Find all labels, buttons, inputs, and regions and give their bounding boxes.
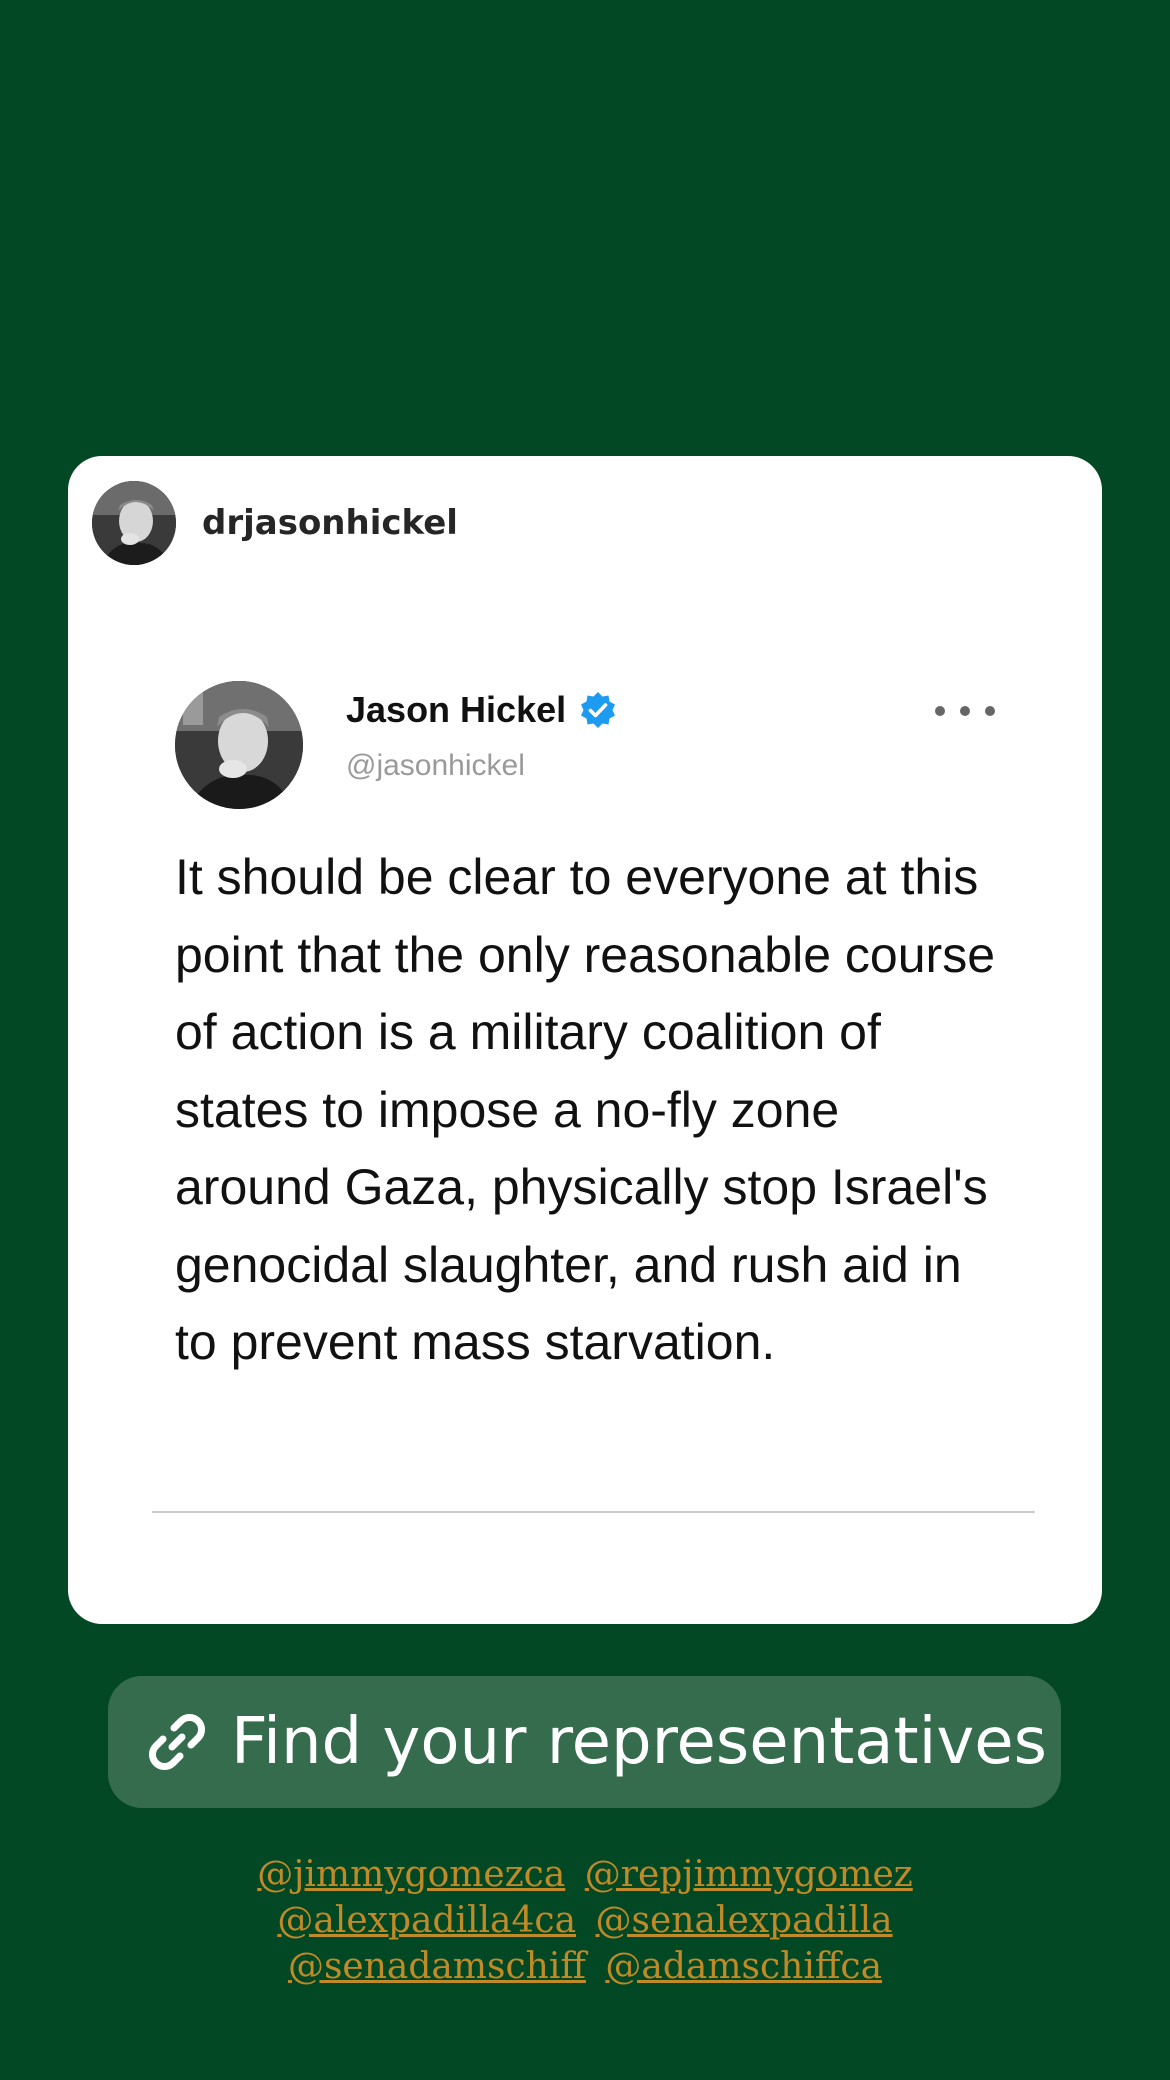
tweet-author-name[interactable]: Jason Hickel	[346, 689, 566, 731]
more-horizontal-icon[interactable]	[935, 699, 995, 723]
owner-username[interactable]: drjasonhickel	[202, 503, 458, 543]
tweet-author: Jason Hickel	[346, 689, 618, 731]
divider	[152, 1511, 1035, 1513]
embedded-tweet: Jason Hickel @jasonhickel It should be c…	[175, 681, 995, 1382]
mentions-line: @jimmygomezca @repjimmygomez	[0, 1852, 1170, 1898]
mention-link[interactable]: @jimmygomezca	[257, 1854, 565, 1895]
shared-post-card[interactable]: drjasonhickel Jason Hickel @jasonhickel …	[68, 456, 1102, 1624]
tweet-author-avatar[interactable]	[175, 681, 303, 809]
mention-link[interactable]: @repjimmygomez	[585, 1854, 913, 1895]
mention-link[interactable]: @alexpadilla4ca	[277, 1900, 576, 1941]
tweet-text: It should be clear to everyone at this p…	[175, 849, 995, 1370]
owner-avatar[interactable]	[92, 481, 176, 565]
link-icon	[149, 1714, 205, 1770]
mention-link[interactable]: @adamschiffca	[605, 1946, 882, 1987]
find-representatives-link-sticker[interactable]: Find your representatives	[108, 1676, 1061, 1808]
link-sticker-label: Find your representatives	[231, 1705, 1047, 1779]
verified-badge-icon	[581, 692, 616, 728]
more-dot	[985, 706, 995, 716]
tweet-header: Jason Hickel @jasonhickel	[175, 681, 995, 811]
mention-link[interactable]: @senalexpadilla	[596, 1900, 893, 1941]
mentions-line: @senadamschiff @adamschiffca	[0, 1944, 1170, 1990]
mentions-block: @jimmygomezca @repjimmygomez @alexpadill…	[0, 1852, 1170, 1990]
more-dot	[960, 706, 970, 716]
more-dot	[935, 706, 945, 716]
mentions-line: @alexpadilla4ca @senalexpadilla	[0, 1898, 1170, 1944]
tweet-author-handle[interactable]: @jasonhickel	[346, 749, 525, 783]
mention-link[interactable]: @senadamschiff	[288, 1946, 586, 1987]
post-owner-row[interactable]: drjasonhickel	[92, 480, 458, 566]
